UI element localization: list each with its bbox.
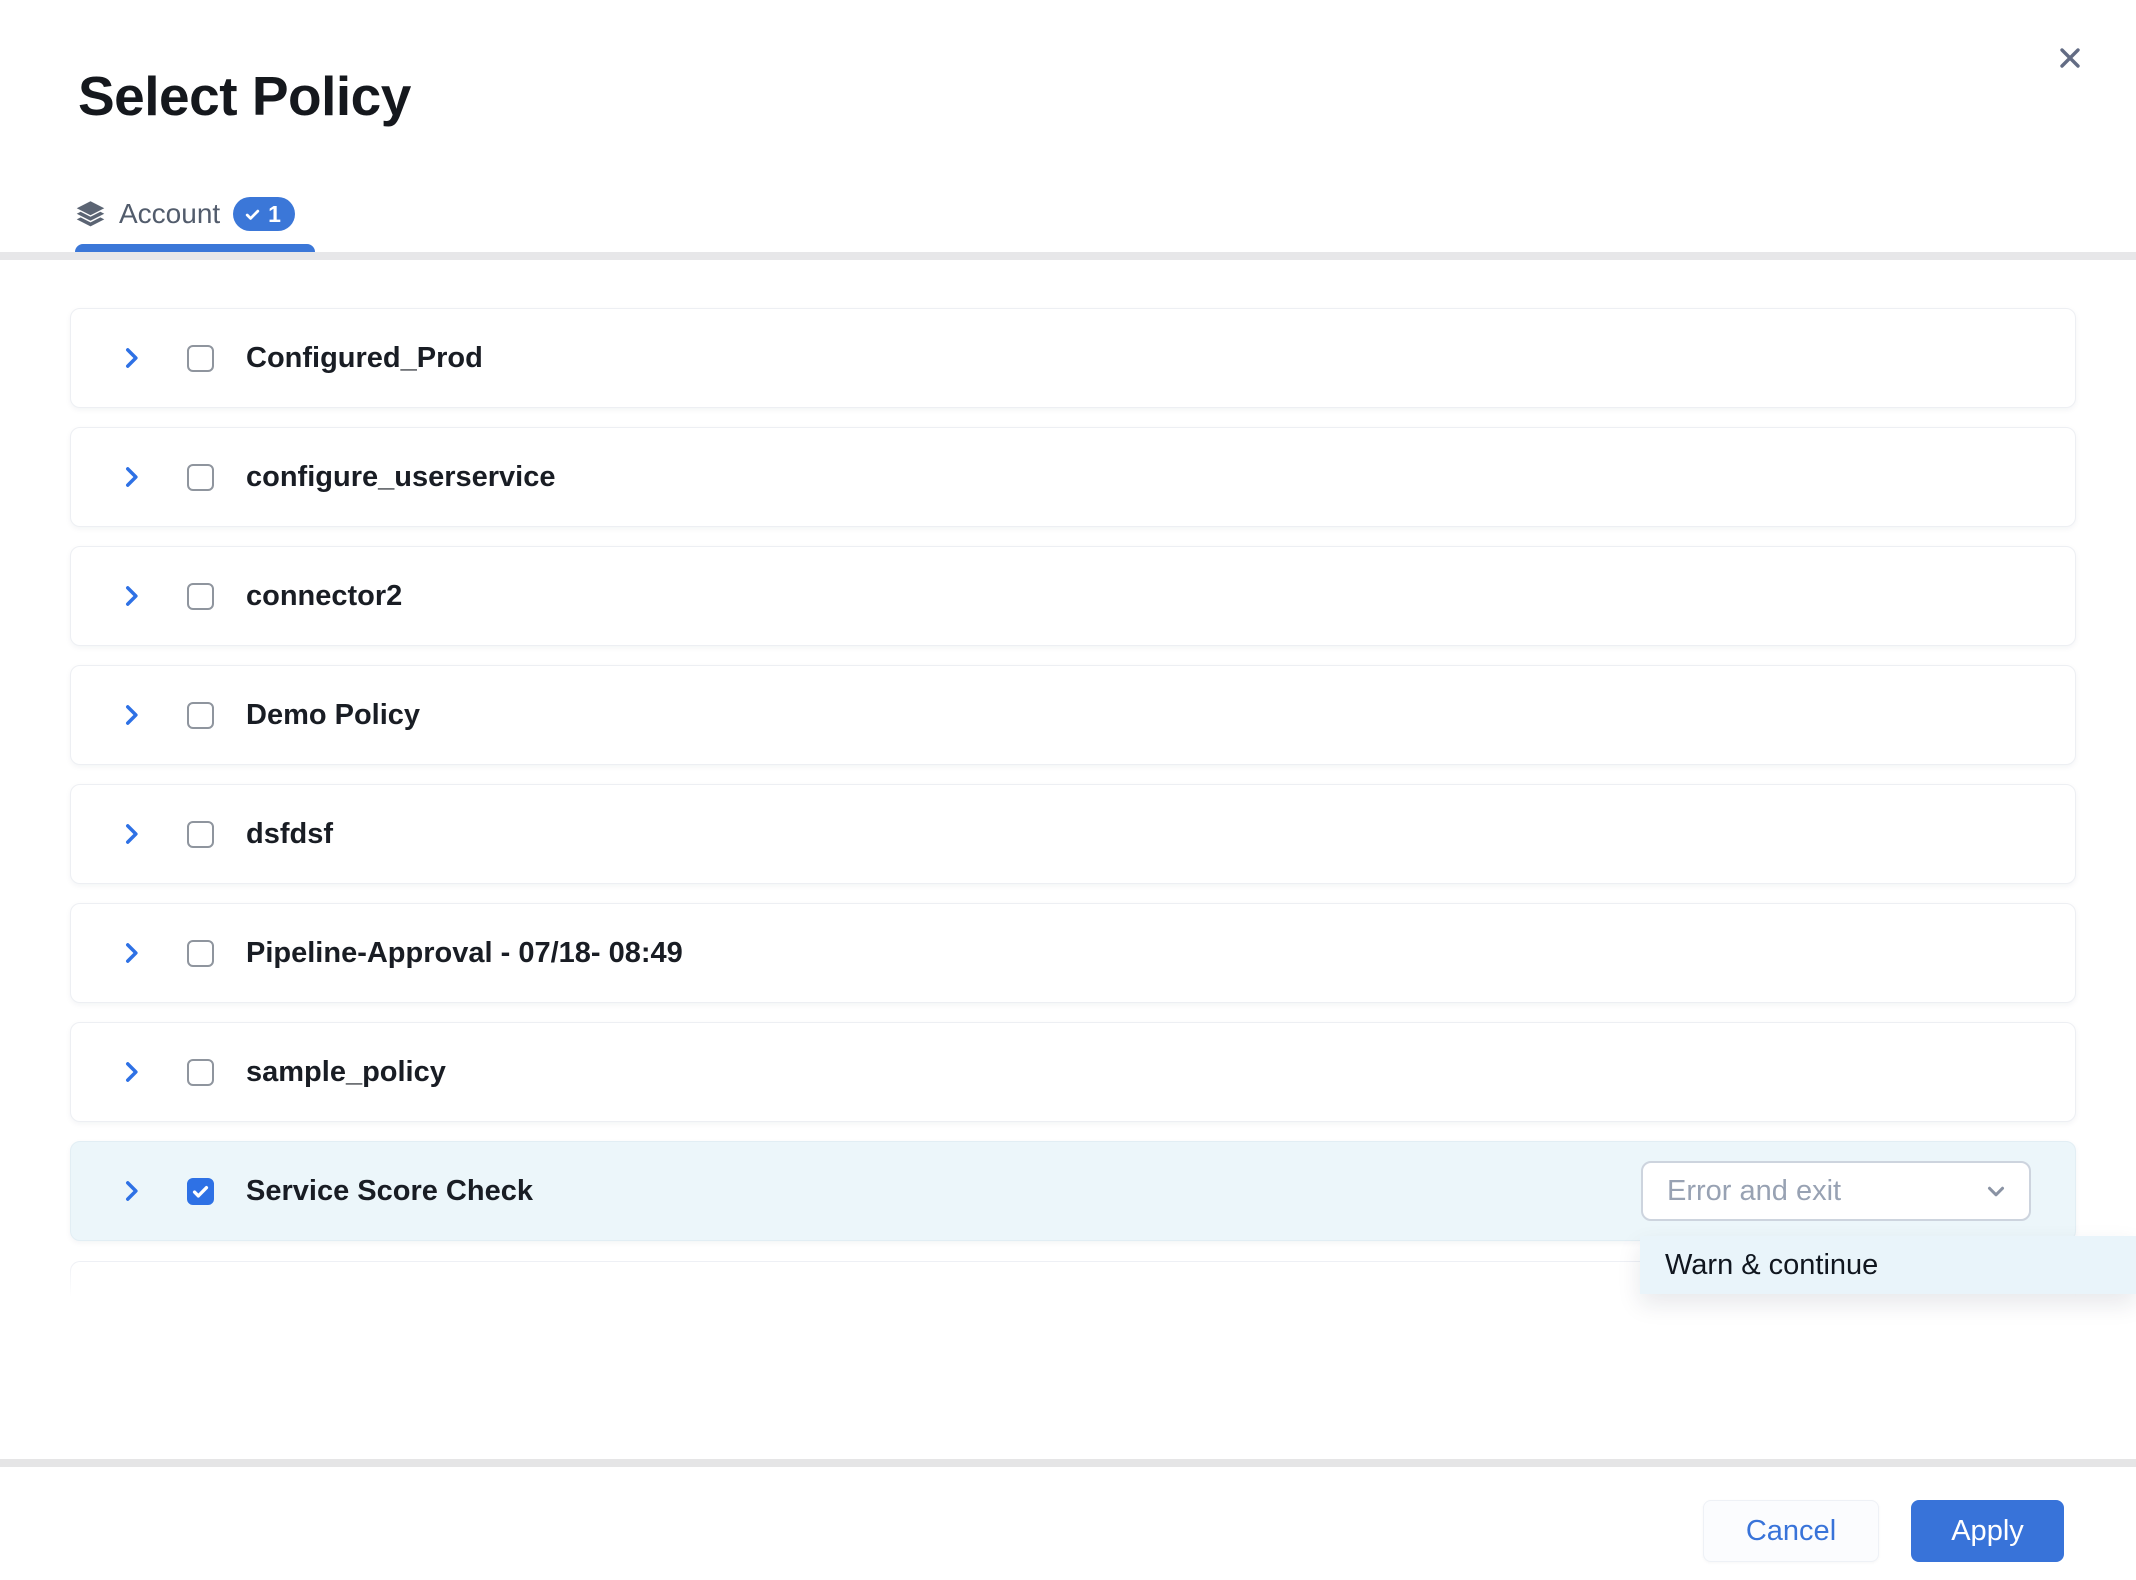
- policy-name: configure_userservice: [246, 461, 555, 494]
- expand-button[interactable]: [117, 344, 145, 372]
- expand-button[interactable]: [117, 463, 145, 491]
- close-button[interactable]: [2046, 34, 2094, 82]
- policy-name: sample_policy: [246, 1056, 446, 1089]
- policy-name: Service Score Check: [246, 1175, 533, 1208]
- expand-button[interactable]: [117, 701, 145, 729]
- cancel-button[interactable]: Cancel: [1703, 1500, 1879, 1562]
- policy-name: connector2: [246, 580, 402, 613]
- tab-account[interactable]: Account 1: [75, 188, 295, 240]
- chevron-right-icon: [118, 464, 144, 490]
- page-title: Select Policy: [78, 64, 411, 128]
- check-icon: [191, 1182, 210, 1201]
- policy-name: Demo Policy: [246, 699, 420, 732]
- policy-row[interactable]: Configured_Prod Error and exit: [70, 308, 2076, 408]
- severity-select-value: Error and exit: [1667, 1175, 1841, 1208]
- policy-checkbox[interactable]: [187, 940, 214, 967]
- policy-name: dsfdsf: [246, 818, 333, 851]
- check-icon: [244, 206, 261, 223]
- policy-row[interactable]: dsfdsf Error and exit: [70, 784, 2076, 884]
- policy-row[interactable]: connector2 Error and exit: [70, 546, 2076, 646]
- layers-icon: [75, 199, 106, 229]
- severity-dropdown-menu: Warn & continue: [1640, 1236, 2136, 1294]
- chevron-right-icon: [118, 1059, 144, 1085]
- policy-row[interactable]: Pipeline-Approval - 07/18- 08:49 Error a…: [70, 903, 2076, 1003]
- selected-count: 1: [268, 201, 281, 228]
- chevron-right-icon: [118, 940, 144, 966]
- policy-checkbox[interactable]: [187, 583, 214, 610]
- expand-button[interactable]: [117, 820, 145, 848]
- tabs-divider: [0, 252, 2136, 260]
- x-icon: [2055, 43, 2085, 73]
- tab-account-label: Account: [119, 198, 220, 230]
- severity-select[interactable]: Error and exit: [1641, 1161, 2031, 1221]
- chevron-right-icon: [118, 1178, 144, 1204]
- policy-name: Configured_Prod: [246, 342, 483, 375]
- selected-count-badge: 1: [233, 197, 295, 231]
- policy-row[interactable]: configure_userservice Error and exit: [70, 427, 2076, 527]
- expand-button[interactable]: [117, 939, 145, 967]
- dropdown-option-warn-continue[interactable]: Warn & continue: [1640, 1236, 2136, 1294]
- chevron-right-icon: [118, 821, 144, 847]
- active-tab-indicator: [75, 244, 315, 252]
- policy-row[interactable]: sample_policy Error and exit: [70, 1022, 2076, 1122]
- expand-button[interactable]: [117, 1058, 145, 1086]
- chevron-right-icon: [118, 345, 144, 371]
- chevron-down-icon: [1983, 1178, 2009, 1204]
- policy-checkbox[interactable]: [187, 345, 214, 372]
- expand-button[interactable]: [117, 582, 145, 610]
- policy-name: Pipeline-Approval - 07/18- 08:49: [246, 937, 683, 970]
- policy-checkbox[interactable]: [187, 464, 214, 491]
- expand-button[interactable]: [117, 1177, 145, 1205]
- chevron-right-icon: [118, 583, 144, 609]
- policy-row[interactable]: Demo Policy Error and exit: [70, 665, 2076, 765]
- policy-checkbox[interactable]: [187, 702, 214, 729]
- apply-button[interactable]: Apply: [1911, 1500, 2064, 1562]
- footer-divider: [0, 1459, 2136, 1467]
- policy-checkbox[interactable]: [187, 1178, 214, 1205]
- policy-checkbox[interactable]: [187, 821, 214, 848]
- policy-checkbox[interactable]: [187, 1059, 214, 1086]
- chevron-right-icon: [118, 702, 144, 728]
- policy-row[interactable]: Service Score Check Error and exit: [70, 1141, 2076, 1241]
